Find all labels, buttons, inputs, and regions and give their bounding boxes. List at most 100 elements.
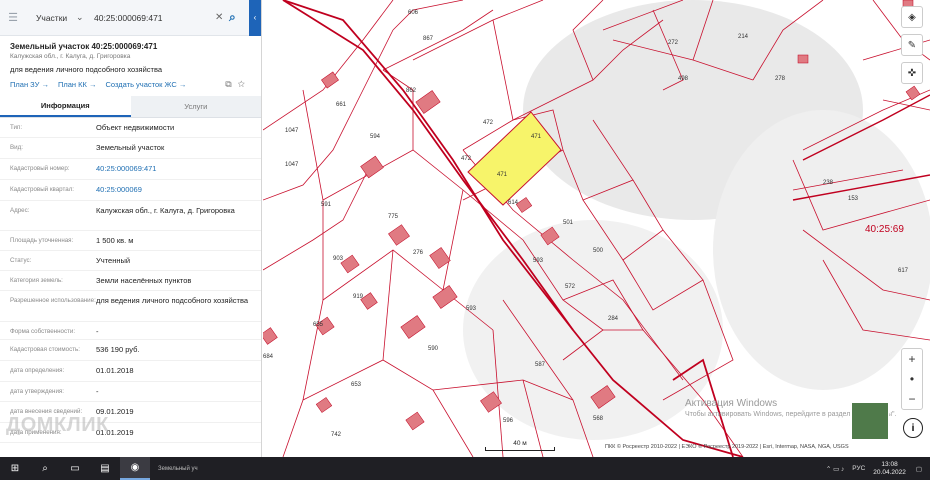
parcel-number-label: 498 [678, 76, 689, 82]
info-value: 09.01.2019 [96, 407, 134, 416]
info-value: 536 190 руб. [96, 345, 140, 354]
parcel-number-label: 606 [408, 10, 419, 16]
tray-icons[interactable]: ⌃ ▭ ♪ [826, 465, 844, 473]
info-value: Земли населённых пунктов [96, 276, 192, 285]
parcel-number-label: 594 [370, 134, 381, 140]
info-value: Объект недвижимости [96, 123, 175, 132]
search-type-select[interactable]: Участки [26, 13, 76, 23]
parcel-number-label: 617 [898, 268, 909, 274]
parcel-number-label: 862 [406, 88, 417, 94]
cadastral-number-link[interactable]: 40:25:000069:471 [96, 159, 251, 179]
info-row: Категория земель: Земли населённых пункто… [0, 271, 261, 291]
info-row: Статус: Учтенный [0, 251, 261, 271]
parcel-number-label: 501 [563, 220, 574, 226]
share-icon[interactable]: ⧉ [225, 79, 237, 89]
chrome-icon[interactable]: ◉ [120, 457, 150, 480]
info-value: Калужская обл., г. Калуга, д. Григоровка [96, 206, 235, 215]
info-key: дата утверждения: [10, 388, 65, 395]
parcel-number-label: 1047 [285, 162, 299, 168]
info-key: Разрешенное использование: [10, 297, 96, 304]
parcel-number-label: 276 [413, 250, 424, 256]
clock-time: 13:08 [881, 460, 898, 468]
watermark-logo: ДОМКЛИК [6, 414, 109, 436]
scale-bar: 40 м [485, 440, 555, 451]
zoom-in-button[interactable]: + [902, 349, 922, 369]
info-key: Вид: [10, 144, 23, 151]
info-value: Земельный участок [96, 143, 165, 152]
cadastral-quarter-label: 40:25:69 [865, 224, 904, 235]
system-tray: ⌃ ▭ ♪ РУС 13:08 20.04.2022 ▢ [826, 457, 930, 480]
parcel-number-label: 661 [336, 102, 347, 108]
collapse-panel-button[interactable]: ‹ [249, 0, 261, 36]
menu-icon[interactable]: ☰ [0, 11, 26, 24]
taskbar-app-label[interactable]: Земельный уч [158, 466, 198, 472]
parcel-number-label: 684 [263, 354, 274, 360]
parcel-number-label: 472 [461, 156, 472, 162]
scale-label: 40 м [513, 440, 527, 447]
layers-icon[interactable]: ◈ [901, 6, 923, 28]
info-value: 1 500 кв. м [96, 236, 134, 245]
chevron-down-icon[interactable]: ⌄ [76, 12, 90, 23]
scale-line [485, 447, 555, 451]
info-value: 01.01.2019 [96, 428, 134, 437]
info-value: - [96, 387, 99, 396]
star-icon[interactable]: ☆ [238, 79, 251, 89]
parcel-number-label: 653 [351, 382, 362, 388]
info-row: Разрешенное использование: для ведения ли… [0, 291, 261, 322]
clock[interactable]: 13:08 20.04.2022 [873, 461, 906, 477]
plan-kk-link[interactable]: План КК → [58, 80, 97, 89]
parcel-number-label: 472 [483, 120, 494, 126]
search-icon[interactable]: ⌕ [229, 10, 249, 25]
parcel-number-label: 919 [353, 294, 364, 300]
taskview-icon[interactable]: ▭ [60, 457, 90, 480]
zoom-slider[interactable]: • [902, 369, 922, 389]
info-key: Кадастровый квартал: [10, 186, 75, 193]
cadastral-quarter-link[interactable]: 40:25:000069 [96, 180, 251, 200]
info-list: Тип: Объект недвижимости Вид: Земельный уч… [0, 118, 261, 443]
tabs: Информация Услуги [0, 96, 261, 118]
info-key: Статус: [10, 257, 32, 264]
locate-icon[interactable]: ✜ [901, 62, 923, 84]
tab-services[interactable]: Услуги [130, 96, 261, 117]
clear-icon[interactable]: ✕ [215, 12, 229, 23]
info-row: Форма собственности: - [0, 322, 261, 340]
search-input[interactable]: 40:25:000069:471 [90, 13, 215, 23]
info-key: Адрес: [10, 207, 30, 214]
create-parcel-link[interactable]: Создать участок ЖС → [105, 80, 186, 89]
basemap-thumbnail[interactable] [851, 402, 889, 440]
info-key: Площадь уточненная: [10, 237, 74, 244]
info-row: Кадастровый номер: 40:25:000069:471 [0, 159, 261, 180]
info-icon[interactable]: i [903, 418, 923, 438]
info-value: для ведения личного подсобного хозяйства [96, 296, 249, 305]
info-key: Категория земель: [10, 277, 63, 284]
clock-date: 20.04.2022 [873, 468, 906, 476]
parcel-number-label: 214 [738, 34, 749, 40]
parcel-number-label: 568 [593, 416, 604, 422]
info-row: Площадь уточненная: 1 500 кв. м [0, 231, 261, 251]
notifications-icon[interactable]: ▢ [916, 465, 922, 473]
ruler-icon[interactable]: ✎ [901, 34, 923, 56]
info-row: Вид: Земельный участок [0, 138, 261, 159]
parcel-number-label: 153 [848, 196, 859, 202]
windows-start-icon[interactable]: ⊞ [0, 457, 30, 480]
tab-info[interactable]: Информация [0, 96, 131, 117]
search-icon[interactable]: ⌕ [30, 457, 60, 480]
map-canvas[interactable]: 606 867 272 214 278 498 862 661 472 471 1047 594 472… [263, 0, 930, 457]
parcel-number-label: 593 [533, 258, 544, 264]
parcel-number-label: 655 [313, 322, 324, 328]
parcel-number-label: 500 [593, 248, 604, 254]
info-value: - [96, 327, 99, 336]
explorer-icon[interactable]: ▤ [90, 457, 120, 480]
parcel-number-label: 238 [823, 180, 834, 186]
parcel-number-label: 596 [503, 418, 514, 424]
tools-icons: ⧉☆ [225, 79, 251, 90]
windows-taskbar: ⊞ ⌕ ▭ ▤ ◉ Земельный уч ⌃ ▭ ♪ РУС 13:08 2… [0, 457, 930, 480]
parcel-purpose: для ведения личного подсобного хозяйства [10, 65, 163, 74]
info-key: Кадастровый номер: [10, 165, 70, 172]
parcel-number-label: 471 [497, 172, 508, 178]
plan-zu-link[interactable]: План ЗУ → [10, 80, 49, 89]
zoom-out-button[interactable]: − [902, 389, 922, 409]
cadastral-map[interactable]: 606 867 272 214 278 498 862 661 472 471 1047 594 472… [263, 0, 930, 457]
info-key: дата определения: [10, 367, 65, 374]
language-indicator[interactable]: РУС [852, 465, 865, 472]
